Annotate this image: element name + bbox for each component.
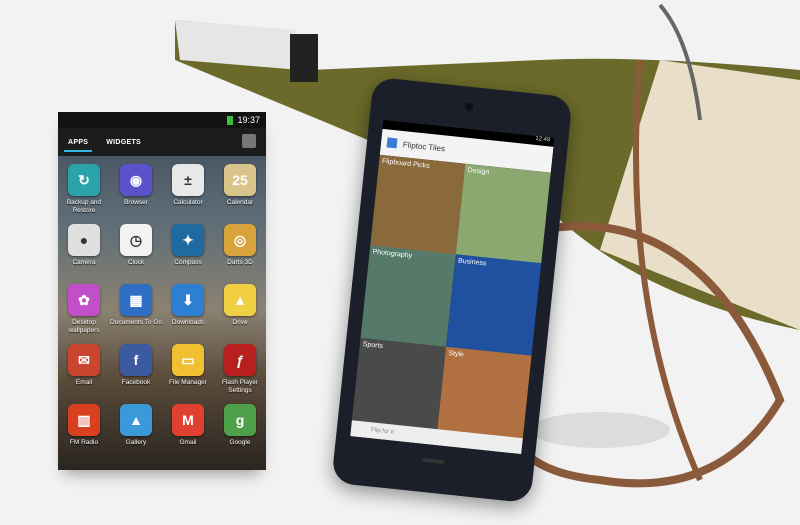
app-gmail[interactable]: M Gmail [162,404,214,464]
email-icon: ✉ [68,344,100,376]
app-label: Backup and Restore [66,199,102,214]
play-store-icon[interactable] [242,134,256,148]
status-bar: 19:37 [58,112,266,128]
google-icon: g [224,404,256,436]
darts-icon: ◎ [224,224,256,256]
tab-apps[interactable]: APPS [63,131,93,154]
flash-icon: ƒ [224,344,256,376]
app-label: Email [75,379,93,386]
app-label: FM Radio [69,439,99,446]
app-label: Calculator [173,199,203,206]
app-label: Google [229,439,251,446]
drive-icon: ▲ [224,284,256,316]
phone-app-title: Fliptoc Tiles [402,139,446,153]
app-label: Calendar [226,199,254,206]
app-label: File Manager [169,379,207,386]
app-label: Gmail [179,439,197,446]
app-logo-icon [386,137,398,149]
app-email[interactable]: ✉ Email [58,344,110,404]
phone-screen: 12:48 Fliptoc Tiles Flipboard Picks Desi… [350,119,555,455]
app-file-manager[interactable]: ▭ File Manager [162,344,214,404]
status-time: 19:37 [237,115,260,125]
downloads-icon: ⬇ [172,284,204,316]
app-label: Darts 3D [227,259,253,266]
calculator-icon: ± [172,164,204,196]
radio-icon: ▥ [68,404,100,436]
app-drawer-screen: 19:37 APPS WIDGETS ↻ Backup and Restore ◉ B… [58,112,266,470]
app-darts[interactable]: ◎ Darts 3D [214,224,266,284]
compass-icon: ✦ [172,224,204,256]
app-flash[interactable]: ƒ Flash Player Settings [214,344,266,404]
app-calculator[interactable]: ± Calculator [162,164,214,224]
app-drive[interactable]: ▲ Drive [214,284,266,344]
app-compass[interactable]: ✦ Compass [162,224,214,284]
app-camera[interactable]: ● Camera [58,224,110,284]
tab-widgets[interactable]: WIDGETS [106,131,141,154]
app-label: Gallery [125,439,147,446]
app-facebook[interactable]: f Facebook [110,344,162,404]
phone-device: 12:48 Fliptoc Tiles Flipboard Picks Desi… [331,76,573,504]
camera-icon: ● [68,224,100,256]
app-clock[interactable]: ◷ Clock [110,224,162,284]
app-label: Documents To Go [110,319,162,326]
tile-photography[interactable]: Photography [360,245,456,350]
app-google[interactable]: g Google [214,404,266,464]
backup-icon: ↻ [68,164,100,196]
clock-icon: ◷ [120,224,152,256]
app-downloads[interactable]: ⬇ Downloads [162,284,214,344]
battery-icon [227,115,234,125]
app-calendar[interactable]: 25 Calendar [214,164,266,224]
app-radio[interactable]: ▥ FM Radio [58,404,110,464]
tile-business[interactable]: Business [445,254,542,359]
drawer-tabs: APPS WIDGETS [58,128,266,156]
tile-design[interactable]: Design [455,163,551,267]
wallpaper-icon: ✿ [68,284,100,316]
app-label: Browser [124,199,148,206]
phone-status-time: 12:48 [534,135,551,144]
app-label: Desktop wallpapers [68,319,100,334]
app-grid: ↻ Backup and Restore ◉ Browser ± Calculator 25… [58,156,266,464]
phone-search-hint: Flip for it [370,427,395,436]
app-label: Facebook [121,379,151,386]
app-label: Downloads [171,319,205,326]
app-browser[interactable]: ◉ Browser [110,164,162,224]
file-manager-icon: ▭ [172,344,204,376]
tile-sports[interactable]: Sports [351,337,447,435]
app-label: Clock [127,259,145,266]
facebook-icon: f [120,344,152,376]
tile-flipboard-picks[interactable]: Flipboard Picks [369,154,466,258]
browser-icon: ◉ [120,164,152,196]
gallery-icon: ▲ [120,404,152,436]
front-camera [464,102,474,112]
documents-icon: ▦ [120,284,152,316]
app-label: Compass [174,259,202,266]
tile-style[interactable]: Style [436,346,532,444]
app-backup[interactable]: ↻ Backup and Restore [58,164,110,224]
app-gallery[interactable]: ▲ Gallery [110,404,162,464]
app-label: Camera [72,259,96,266]
calendar-icon: 25 [224,164,256,196]
app-label: Flash Player Settings [221,379,259,394]
app-label: Drive [232,319,248,326]
home-button[interactable] [421,457,445,465]
gmail-icon: M [172,404,204,436]
app-wallpaper[interactable]: ✿ Desktop wallpapers [58,284,110,344]
app-documents[interactable]: ▦ Documents To Go [110,284,162,344]
